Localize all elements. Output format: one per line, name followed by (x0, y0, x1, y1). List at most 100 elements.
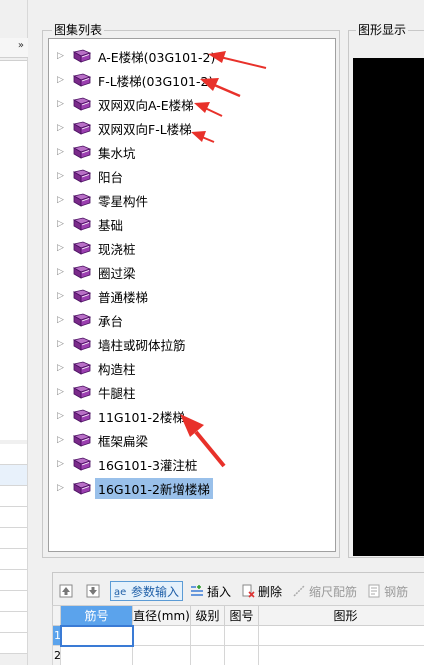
rebar-info-button[interactable]: 钢筋 (364, 581, 411, 601)
expand-arrow-icon[interactable]: ▷ (57, 435, 73, 445)
grid-cell[interactable] (258, 645, 424, 665)
tree-item[interactable]: ▷ 基础 (57, 213, 126, 235)
col-header-diameter[interactable]: 直径(mm) (132, 605, 191, 626)
expand-arrow-icon[interactable]: ▷ (57, 291, 73, 301)
tree-item[interactable]: ▷ 现浇桩 (57, 237, 139, 259)
expand-arrow-icon[interactable]: ▷ (57, 147, 73, 157)
graphics-display-title: 图形显示 (356, 23, 409, 37)
insert-button[interactable]: 插入 (187, 581, 234, 601)
expand-arrow-icon[interactable]: ▷ (57, 411, 73, 421)
grid-cell[interactable] (59, 624, 134, 647)
grid-cell[interactable] (132, 645, 191, 665)
tree-item[interactable]: ▷ A-E楼梯(03G101-2) (57, 45, 218, 67)
tree-item-label: 双网双向F-L楼梯 (98, 121, 192, 137)
expand-arrow-icon[interactable]: ▷ (57, 387, 73, 397)
col-header-rebar-no[interactable]: 筋号 (60, 605, 133, 626)
expand-arrow-icon[interactable]: ▷ (57, 171, 73, 181)
grid-corner (52, 605, 61, 626)
left-grid-row[interactable] (0, 591, 27, 612)
tree-item[interactable]: ▷ 双网双向A-E楼梯 (57, 93, 197, 115)
expand-arrow-icon[interactable]: ▷ (57, 195, 73, 205)
book-icon (73, 385, 91, 399)
tree-item-label: 牛腿柱 (98, 385, 136, 401)
tree-item-label: 墙柱或砌体拉筋 (98, 337, 186, 353)
grid-cell[interactable] (190, 645, 225, 665)
col-header-figure[interactable]: 图形 (258, 605, 424, 626)
grid-cell[interactable] (224, 625, 259, 646)
left-grid-row[interactable] (0, 486, 27, 507)
tree-item[interactable]: ▷ 墙柱或砌体拉筋 (57, 333, 189, 355)
delete-row-icon (242, 584, 255, 598)
tree-item-label: 现浇桩 (98, 241, 136, 257)
tree-item-label: 16G101-3灌注桩 (98, 457, 198, 473)
expand-arrow-icon[interactable]: ▷ (57, 51, 73, 61)
left-grid-row[interactable] (0, 570, 27, 591)
move-down-button[interactable] (83, 581, 106, 601)
left-grid-row[interactable] (0, 507, 27, 528)
tree-item[interactable]: ▷ 框架扁梁 (57, 429, 151, 451)
table-row[interactable]: 2 (52, 645, 424, 665)
graphics-canvas[interactable] (353, 58, 424, 556)
book-icon (73, 289, 91, 303)
book-icon (73, 457, 91, 471)
expand-arrow-icon[interactable]: ▷ (57, 339, 73, 349)
book-icon (73, 49, 91, 63)
book-icon (73, 73, 91, 87)
expand-arrow-icon[interactable]: ▷ (57, 363, 73, 373)
tree-item-label: 基础 (98, 217, 124, 233)
tree-item[interactable]: ▷ 集水坑 (57, 141, 139, 163)
expand-arrow-icon[interactable]: ▷ (57, 123, 73, 133)
book-icon (73, 265, 91, 279)
left-grid-row[interactable] (0, 465, 27, 486)
tree-item[interactable]: ▷ 16G101-3灌注桩 (57, 453, 200, 475)
left-grid-row[interactable] (0, 633, 27, 654)
expand-arrow-icon[interactable]: ▷ (57, 75, 73, 85)
col-header-figure-no[interactable]: 图号 (224, 605, 259, 626)
delete-button[interactable]: 删除 (238, 581, 285, 601)
tree-item[interactable]: ▷ F-L楼梯(03G101-2) (57, 69, 216, 91)
grid-cell[interactable] (258, 625, 424, 646)
table-row[interactable]: 1 (52, 624, 424, 647)
left-grid-row[interactable] (0, 549, 27, 570)
expand-panel-icon[interactable]: » (18, 40, 24, 51)
grid-cell[interactable] (60, 645, 133, 665)
tree-item-label: 普通楼梯 (98, 289, 149, 305)
tree-item[interactable]: ▷ 阳台 (57, 165, 126, 187)
tree-item[interactable]: ▷ 牛腿柱 (57, 381, 139, 403)
grid-cell[interactable] (224, 645, 259, 665)
param-input-button[interactable]: a̲e 参数输入 (110, 581, 184, 601)
expand-arrow-icon[interactable]: ▷ (57, 459, 73, 469)
expand-arrow-icon[interactable]: ▷ (57, 267, 73, 277)
insert-row-icon (191, 585, 204, 596)
expand-arrow-icon[interactable]: ▷ (57, 483, 73, 493)
expand-arrow-icon[interactable]: ▷ (57, 315, 73, 325)
tree-item[interactable]: ▷ 16G101-2新增楼梯 (57, 477, 213, 499)
scale-rebar-button[interactable]: 缩尺配筋 (289, 581, 360, 601)
atlas-list-title: 图集列表 (52, 23, 105, 37)
left-grid-row[interactable] (0, 612, 27, 633)
left-grid-row[interactable] (0, 444, 27, 465)
arrow-down-icon (86, 584, 100, 598)
book-icon (73, 193, 91, 207)
tree-item[interactable]: ▷ 承台 (57, 309, 126, 331)
left-grid-row[interactable] (0, 528, 27, 549)
tree-item[interactable]: ▷ 双网双向F-L楼梯 (57, 117, 195, 139)
atlas-tree[interactable]: ▷ A-E楼梯(03G101-2) ▷ F-L楼梯(03G101-2) ▷ 双网双向A-E… (48, 38, 336, 552)
tree-item[interactable]: ▷ 普通楼梯 (57, 285, 151, 307)
tree-item[interactable]: ▷ 11G101-2楼梯 (57, 405, 188, 427)
move-up-button[interactable] (56, 581, 79, 601)
tree-item[interactable]: ▷ 零星构件 (57, 189, 151, 211)
left-panel-strip: » (0, 0, 28, 665)
expand-arrow-icon[interactable]: ▷ (57, 219, 73, 229)
book-icon (73, 433, 91, 447)
col-header-grade[interactable]: 级别 (190, 605, 225, 626)
tree-item[interactable]: ▷ 圈过梁 (57, 261, 139, 283)
book-icon (73, 337, 91, 351)
tree-item[interactable]: ▷ 构造柱 (57, 357, 139, 379)
expand-arrow-icon[interactable]: ▷ (57, 99, 73, 109)
grid-cell[interactable] (190, 625, 225, 646)
tree-item-label: 16G101-2新增楼梯 (95, 477, 213, 499)
grid-cell[interactable] (132, 625, 191, 646)
book-icon (73, 97, 91, 111)
expand-arrow-icon[interactable]: ▷ (57, 243, 73, 253)
